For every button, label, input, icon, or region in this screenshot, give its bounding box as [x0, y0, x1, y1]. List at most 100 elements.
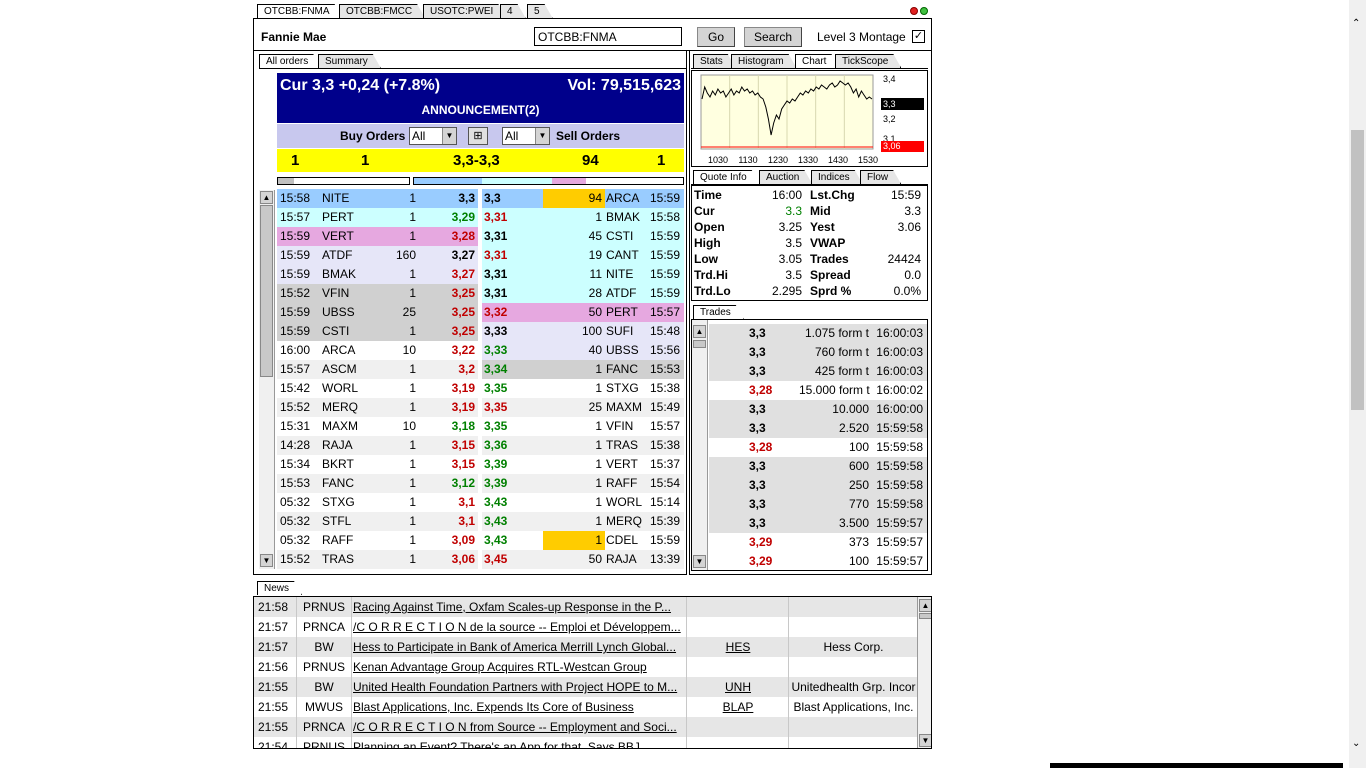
quote-row: Low3.05Trades24424 [692, 251, 927, 267]
ask-cell[interactable]: 3,3250PERT15:57 [482, 303, 684, 322]
news-row[interactable]: 21:57BWHess to Participate in Bank of Am… [254, 637, 917, 657]
news-row[interactable]: 21:55BWUnited Health Foundation Partners… [254, 677, 917, 697]
ask-cell[interactable]: 3,431CDEL15:59 [482, 531, 684, 550]
ask-cell[interactable]: 3,3128ATDF15:59 [482, 284, 684, 303]
order-book-scrollbar[interactable]: ▲ ▼ [259, 190, 275, 569]
ask-cell[interactable]: 3,361TRAS15:38 [482, 436, 684, 455]
scroll-up-icon[interactable]: ▲ [260, 191, 273, 204]
trades-scrollbar[interactable]: ▲ ▼ [692, 320, 708, 570]
ask-cell[interactable]: 3,341FANC15:53 [482, 360, 684, 379]
tab-summary[interactable]: Summary [318, 54, 381, 68]
window-tab[interactable]: OTCBB:FMCC [339, 4, 425, 18]
scroll-thumb[interactable] [919, 613, 932, 619]
bid-cell[interactable]: 15:59CSTI13,25 [277, 322, 478, 341]
window-scroll-thumb[interactable] [1351, 130, 1364, 410]
tab-histogram[interactable]: Histogram [731, 54, 797, 68]
news-headline-link[interactable]: Blast Applications, Inc. Expends Its Cor… [353, 697, 685, 717]
ask-cell[interactable]: 3,431MERQ15:39 [482, 512, 684, 531]
link-icon[interactable]: ⊞ [468, 127, 488, 145]
news-headline-link[interactable]: Planning an Event? There's an App for th… [353, 737, 685, 749]
tab-baseline [691, 68, 928, 69]
tab-trades[interactable]: Trades [693, 305, 744, 319]
search-button[interactable]: Search [744, 27, 802, 47]
news-symbol-link[interactable]: BLAP [688, 697, 788, 717]
news-row[interactable]: 21:54PRNUSPlanning an Event? There's an … [254, 737, 917, 749]
news-headline-link[interactable]: /C O R R E C T I O N from Source -- Empl… [353, 717, 685, 737]
news-headline-link[interactable]: Kenan Advantage Group Acquires RTL-Westc… [353, 657, 685, 677]
scroll-up-icon[interactable]: ▲ [919, 599, 932, 612]
window-tab[interactable]: 4 [500, 4, 526, 18]
symbol-input[interactable] [534, 27, 682, 46]
window-tab[interactable]: USOTC:PWEI [423, 4, 506, 18]
news-row[interactable]: 21:55MWUSBlast Applications, Inc. Expend… [254, 697, 917, 717]
buy-filter-select[interactable]: All ▼ [409, 127, 457, 145]
bid-cell[interactable]: 15:31MAXM103,18 [277, 417, 478, 436]
ask-cell[interactable]: 3,3119CANT15:59 [482, 246, 684, 265]
scroll-down-icon[interactable]: ▼ [919, 734, 932, 747]
bid-cell[interactable]: 14:28RAJA13,15 [277, 436, 478, 455]
tab-auction[interactable]: Auction [759, 170, 812, 184]
scroll-down-icon[interactable]: ▼ [260, 554, 273, 567]
bid-cell[interactable]: 15:57ASCM13,2 [277, 360, 478, 379]
ask-cell[interactable]: 3,4550RAJA13:39 [482, 550, 684, 569]
news-symbol-link[interactable]: HES [688, 637, 788, 657]
scroll-up-icon[interactable]: ⌃ [1352, 18, 1360, 29]
scroll-down-icon[interactable]: ▼ [693, 555, 706, 568]
ask-cell[interactable]: 3,311BMAK15:58 [482, 208, 684, 227]
bid-size: 1 [409, 379, 416, 398]
news-row[interactable]: 21:58PRNUSRacing Against Time, Oxfam Sca… [254, 597, 917, 617]
news-headline-link[interactable]: Racing Against Time, Oxfam Scales-up Res… [353, 597, 685, 617]
ask-cell[interactable]: 3,394ARCA15:59 [482, 189, 684, 208]
tab-tickscope[interactable]: TickScope [835, 54, 901, 68]
bid-cell[interactable]: 15:57PERT13,29 [277, 208, 478, 227]
news-symbol-link[interactable]: UNH [688, 677, 788, 697]
bid-cell[interactable]: 16:00ARCA103,22 [277, 341, 478, 360]
tab-news[interactable]: News [257, 581, 302, 595]
window-tab[interactable]: OTCBB:FNMA [257, 4, 343, 18]
ask-cell[interactable]: 3,391RAFF15:54 [482, 474, 684, 493]
ask-cell[interactable]: 3,431WORL15:14 [482, 493, 684, 512]
news-row[interactable]: 21:56PRNUSKenan Advantage Group Acquires… [254, 657, 917, 677]
news-headline-link[interactable]: United Health Foundation Partners with P… [353, 677, 685, 697]
scroll-down-icon[interactable]: ⌄ [1352, 738, 1360, 749]
ask-cell[interactable]: 3,3340UBSS15:56 [482, 341, 684, 360]
bid-cell[interactable]: 15:59UBSS253,25 [277, 303, 478, 322]
scroll-thumb[interactable] [260, 205, 273, 377]
ask-cell[interactable]: 3,3111NITE15:59 [482, 265, 684, 284]
bid-cell[interactable]: 05:32RAFF13,09 [277, 531, 478, 550]
news-scrollbar[interactable]: ▲ ▼ [917, 597, 932, 748]
news-row[interactable]: 21:55PRNCA/C O R R E C T I O N from Sour… [254, 717, 917, 737]
ask-cell[interactable]: 3,351VFIN15:57 [482, 417, 684, 436]
tab-all-orders[interactable]: All orders [259, 54, 321, 68]
bid-cell[interactable]: 15:52TRAS13,06 [277, 550, 478, 569]
sell-filter-select[interactable]: All ▼ [502, 127, 550, 145]
bid-cell[interactable]: 15:52MERQ13,19 [277, 398, 478, 417]
bid-cell[interactable]: 15:59BMAK13,27 [277, 265, 478, 284]
scroll-up-icon[interactable]: ▲ [693, 325, 706, 338]
announcement-link[interactable]: ANNOUNCEMENT(2) [277, 103, 684, 117]
tab-quote-info[interactable]: Quote Info [693, 170, 760, 184]
bid-cell[interactable]: 15:52VFIN13,25 [277, 284, 478, 303]
bid-cell[interactable]: 15:53FANC13,12 [277, 474, 478, 493]
ask-cell[interactable]: 3,3525MAXM15:49 [482, 398, 684, 417]
bid-cell[interactable]: 15:59ATDF1603,27 [277, 246, 478, 265]
bid-cell[interactable]: 15:58NITE13,3 [277, 189, 478, 208]
news-row[interactable]: 21:57PRNCA/C O R R E C T I O N de la sou… [254, 617, 917, 637]
bid-cell[interactable]: 05:32STFL13,1 [277, 512, 478, 531]
bid-cell[interactable]: 05:32STXG13,1 [277, 493, 478, 512]
window-scrollbar[interactable]: ⌃ ⌄ [1349, 0, 1366, 768]
ask-cell[interactable]: 3,351STXG15:38 [482, 379, 684, 398]
ask-cell[interactable]: 3,3145CSTI15:59 [482, 227, 684, 246]
news-headline-link[interactable]: Hess to Participate in Bank of America M… [353, 637, 685, 657]
scroll-thumb[interactable] [693, 340, 706, 348]
ask-cell[interactable]: 3,391VERT15:37 [482, 455, 684, 474]
level3-montage-checkbox[interactable]: ✓ [912, 30, 925, 43]
window-tab[interactable]: 5 [527, 4, 553, 18]
news-headline-link[interactable]: /C O R R E C T I O N de la source -- Emp… [353, 617, 685, 637]
ask-cell[interactable]: 3,33100SUFI15:48 [482, 322, 684, 341]
bid-cell[interactable]: 15:59VERT13,28 [277, 227, 478, 246]
bid-cell[interactable]: 15:34BKRT13,15 [277, 455, 478, 474]
go-button[interactable]: Go [697, 27, 735, 47]
bid-cell[interactable]: 15:42WORL13,19 [277, 379, 478, 398]
tab-indices[interactable]: Indices [811, 170, 863, 184]
